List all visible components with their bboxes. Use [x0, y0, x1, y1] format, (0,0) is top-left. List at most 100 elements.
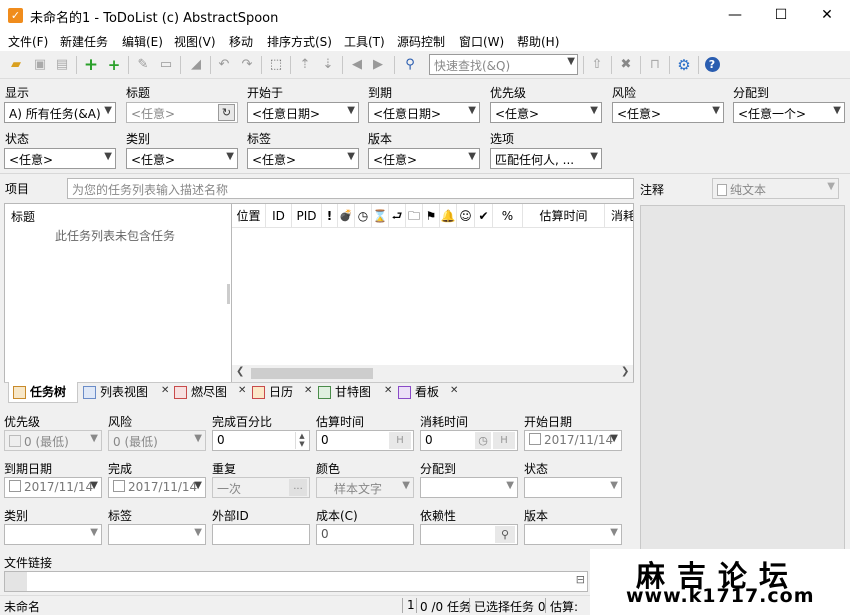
menu-edit[interactable]: 编辑(E) [122, 33, 163, 50]
col-estimate[interactable]: 估算时间 [523, 204, 605, 227]
splitter-handle[interactable] [227, 284, 230, 304]
notes-format-combo[interactable]: 纯文本 ▼ [712, 178, 839, 199]
menu-tools[interactable]: 工具(T) [344, 33, 385, 50]
col-filelink[interactable]: 🗀 [406, 204, 423, 227]
attr-estimate-input[interactable]: 0 H [316, 430, 414, 451]
notes-editor[interactable] [640, 205, 845, 555]
col-hourglass[interactable]: ⌛ [372, 204, 389, 227]
col-clock[interactable]: ◷ [355, 204, 372, 227]
col-flag[interactable]: ⚑ [423, 204, 440, 227]
close-tab-icon[interactable]: ✕ [161, 385, 169, 396]
checkbox[interactable] [113, 480, 125, 492]
menu-file[interactable]: 文件(F) [8, 33, 48, 50]
menu-help[interactable]: 帮助(H) [517, 33, 559, 50]
menu-source-control[interactable]: 源码控制 [397, 33, 445, 50]
chevron-down-icon[interactable]: ▼ [402, 480, 410, 491]
filter-title-input[interactable]: <任意> ↻ [126, 102, 238, 123]
attr-recur-input[interactable]: 一次 ... [212, 477, 310, 498]
tab-list-view[interactable]: 列表视图 [83, 383, 148, 402]
filter-tag-combo[interactable]: <任意> ▼ [247, 148, 359, 169]
minimize-button[interactable]: — [712, 0, 758, 31]
task-list-panel[interactable]: 标题 此任务列表未包含任务 位置 ID PID ! 💣 ◷ ⌛ ⮐ 🗀 ⚑ 🔔 … [4, 203, 634, 383]
chevron-down-icon[interactable]: ▼ [610, 433, 618, 444]
attr-spent-unit[interactable]: H [493, 432, 515, 449]
browse-icon[interactable]: ⊟ [576, 573, 585, 586]
attr-recur-button[interactable]: ... [289, 479, 307, 496]
clear-icon[interactable]: ◢ [186, 55, 206, 75]
edit-icon[interactable]: ✎ [133, 55, 153, 75]
filter-priority-combo[interactable]: <任意> ▼ [490, 102, 602, 123]
delete-icon[interactable]: ✖ [616, 55, 636, 75]
chevron-down-icon[interactable]: ▼ [567, 56, 575, 67]
chevron-down-icon[interactable]: ▼ [194, 480, 202, 491]
attr-status-combo[interactable]: ▼ [524, 477, 622, 498]
filter-options-combo[interactable]: 匹配任何人, ... ▼ [490, 148, 602, 169]
attr-assigned-combo[interactable]: ▼ [420, 477, 518, 498]
attr-category-combo[interactable]: ▼ [4, 524, 102, 545]
col-position[interactable]: 位置 [232, 204, 266, 227]
project-name-input[interactable]: 为您的任务列表输入描述名称 [67, 178, 634, 199]
tab-gantt[interactable]: 甘特图 [318, 383, 371, 402]
maximize-button[interactable]: ☐ [758, 0, 804, 31]
help-icon[interactable]: ? [702, 55, 722, 75]
attr-estimate-unit[interactable]: H [389, 432, 411, 449]
col-risk[interactable]: 💣 [338, 204, 355, 227]
col-reminder[interactable]: 🔔 [440, 204, 457, 227]
save-icon[interactable]: ▣ [30, 55, 50, 75]
col-priority[interactable]: ! [322, 204, 338, 227]
task-title-header[interactable]: 标题 [11, 208, 35, 225]
horizontal-scrollbar[interactable]: ❮ ❯ [232, 365, 633, 382]
tab-burndown[interactable]: 燃尽图 [174, 383, 227, 402]
find-icon[interactable]: ⚲ [400, 55, 420, 75]
tab-kanban[interactable]: 看板 [398, 383, 439, 402]
spin-buttons-icon[interactable]: ▲ ▼ [295, 432, 308, 449]
menu-view[interactable]: 视图(V) [174, 33, 216, 50]
attr-version-combo[interactable]: ▼ [524, 524, 622, 545]
clock-icon[interactable]: ◷ [475, 432, 491, 449]
sort-icon[interactable]: ⇧ [587, 55, 607, 75]
undo-icon[interactable]: ↶ [214, 55, 234, 75]
checkbox[interactable] [9, 480, 21, 492]
col-pid[interactable]: PID [292, 204, 322, 227]
attr-tag-combo[interactable]: ▼ [108, 524, 206, 545]
col-percent[interactable]: % [493, 204, 523, 227]
tab-task-tree[interactable]: 任务树 [13, 383, 66, 402]
rename-icon[interactable]: ▭ [156, 55, 176, 75]
close-tab-icon[interactable]: ✕ [384, 385, 392, 396]
open-folder-icon[interactable]: ▰ [6, 55, 26, 75]
attr-risk-combo[interactable]: 0 (最低) ▼ [108, 430, 206, 451]
attr-startdate-picker[interactable]: 2017/11/14 ▼ [524, 430, 622, 451]
menu-sort[interactable]: 排序方式(S) [267, 33, 332, 50]
filter-risk-combo[interactable]: <任意> ▼ [612, 102, 724, 123]
move-down-icon[interactable]: ⇣ [318, 55, 338, 75]
search-icon[interactable]: ⚲ [495, 526, 515, 543]
attr-cost-input[interactable]: 0 [316, 524, 414, 545]
scroll-left-icon[interactable]: ❮ [236, 366, 244, 377]
filter-due-combo[interactable]: <任意日期> ▼ [368, 102, 480, 123]
tab-calendar[interactable]: 日历 [252, 383, 293, 402]
col-icon[interactable]: ☺ [457, 204, 475, 227]
filter-version-combo[interactable]: <任意> ▼ [368, 148, 480, 169]
col-spent[interactable]: 消耗 [605, 204, 633, 227]
attr-priority-combo[interactable]: 0 (最低) ▼ [4, 430, 102, 451]
refresh-icon[interactable]: ↻ [218, 104, 235, 121]
move-up-icon[interactable]: ⇡ [295, 55, 315, 75]
attr-color-picker[interactable]: 样本文字 ▼ [316, 477, 414, 498]
attr-percent-spinner[interactable]: 0 ▲ ▼ [212, 430, 310, 451]
close-tab-icon[interactable]: ✕ [238, 385, 246, 396]
new-subtask-icon[interactable]: + [104, 55, 124, 75]
scroll-right-icon[interactable]: ❯ [621, 366, 629, 377]
save-all-icon[interactable]: ▤ [52, 55, 72, 75]
new-task-icon[interactable]: + [81, 55, 101, 75]
redo-icon[interactable]: ↷ [237, 55, 257, 75]
close-tab-icon[interactable]: ✕ [450, 385, 458, 396]
close-button[interactable]: ✕ [804, 0, 850, 31]
forward-icon[interactable]: ▶ [368, 55, 388, 75]
attr-spent-input[interactable]: 0 ◷ H [420, 430, 518, 451]
filter-assigned-combo[interactable]: <任意一个> ▼ [733, 102, 845, 123]
scrollbar-thumb[interactable] [251, 368, 373, 379]
attr-extid-input[interactable] [212, 524, 310, 545]
quick-find-input[interactable]: 快速查找(&Q) ▼ [429, 54, 578, 75]
attr-filelink-input[interactable]: ⊟ [4, 571, 588, 592]
col-done[interactable]: ✔ [475, 204, 493, 227]
